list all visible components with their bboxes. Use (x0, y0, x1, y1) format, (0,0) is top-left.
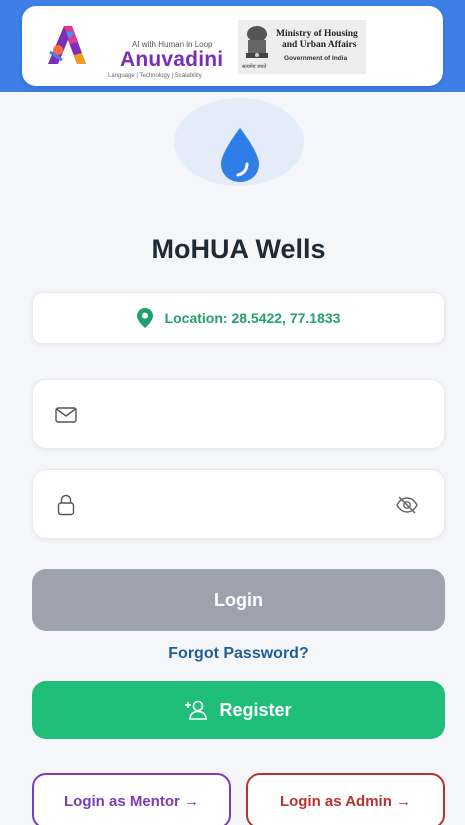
login-button[interactable]: Login (32, 569, 445, 631)
lock-icon (57, 494, 75, 516)
anuvadini-a-mark-icon (48, 26, 86, 64)
admin-label: Login as Admin → (279, 792, 412, 810)
anuvadini-subtitle: Language | Technology | Scalability (108, 73, 202, 79)
location-text: Location: 28.5422, 77.1833 (164, 310, 341, 326)
water-drop-icon (221, 128, 259, 182)
email-field-card[interactable] (32, 379, 445, 449)
password-input[interactable] (95, 488, 375, 522)
map-pin-icon (136, 308, 153, 328)
ministry-name-line1: Ministry of Housing (276, 29, 358, 39)
mail-icon (55, 407, 77, 423)
register-label: Register (219, 699, 292, 720)
eye-off-icon[interactable] (395, 495, 419, 515)
anuvadini-logo: AI with Human in Loop Anuvadini Language… (42, 20, 227, 79)
register-button[interactable]: Register (32, 681, 445, 739)
header-logos-card: AI with Human in Loop Anuvadini Language… (22, 6, 443, 86)
login-as-mentor-button[interactable]: Login as Mentor → (32, 773, 231, 825)
mentor-label: Login as Mentor → (64, 792, 199, 810)
ministry-name-line2: and Urban Affairs (282, 40, 357, 50)
ministry-logo: Ministry of Housing and Urban Affairs Go… (238, 20, 366, 74)
password-field-card[interactable] (32, 469, 445, 539)
national-emblem-icon (246, 26, 268, 58)
email-input[interactable] (95, 398, 395, 432)
emblem-caption: सत्यमेव जयते (242, 64, 267, 70)
forgot-password-link[interactable]: Forgot Password? (0, 645, 465, 663)
location-card: Location: 28.5422, 77.1833 (32, 292, 445, 344)
ministry-government-line: Government of India (284, 55, 348, 62)
user-plus-icon (185, 700, 208, 720)
login-as-admin-button[interactable]: Login as Admin → (246, 773, 445, 825)
anuvadini-name: Anuvadini (120, 48, 224, 71)
app-title: MoHUA Wells (151, 234, 326, 264)
